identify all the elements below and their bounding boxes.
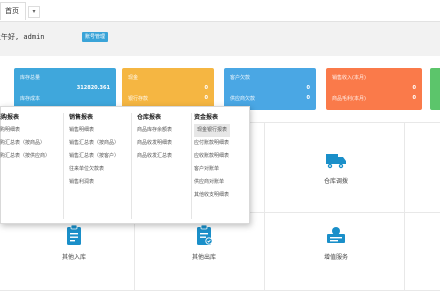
menu-item[interactable]: 销售汇总表（按商品）	[69, 137, 119, 150]
stat-label: 银行存款	[128, 96, 149, 102]
grid-divider	[404, 122, 405, 290]
stat-label: 库存成本	[20, 96, 41, 102]
stat-value: 0	[306, 95, 310, 101]
menu-separator	[131, 113, 132, 219]
stat-card-sales[interactable]: 销售收入(本月) 0 商品毛利(本月) 0	[326, 68, 422, 110]
stat-label: 库存总量	[20, 75, 41, 81]
menu-item[interactable]: 商品收发明细表	[137, 137, 172, 150]
grid-divider	[264, 122, 265, 290]
menu-heading: 资金报表	[194, 114, 219, 121]
menu-item[interactable]: 销售利润表	[69, 176, 119, 189]
clipboard-in-icon	[63, 224, 85, 246]
menu-column-purchase: 采购报表 采购明细表 采购汇总表（按商品） 采购汇总表（按供应商）	[0, 111, 50, 163]
menu-item[interactable]: 采购汇总表（按商品）	[0, 137, 50, 150]
menu-item[interactable]: 采购汇总表（按供应商）	[0, 150, 50, 163]
menu-item[interactable]: 商品库存余额表	[137, 124, 172, 137]
stat-value: 0	[204, 85, 208, 91]
account-manage-badge[interactable]: 账号管理	[82, 32, 109, 42]
menu-item[interactable]: 应收账款明细表	[194, 150, 230, 163]
stat-label: 供应商欠款	[230, 96, 256, 102]
menu-item[interactable]: 销售汇总表（按客户）	[69, 150, 119, 163]
tab-bar: 首页 ▾	[0, 0, 440, 22]
service-icon	[325, 224, 347, 246]
menu-item[interactable]: 采购明细表	[0, 124, 50, 137]
stat-label: 客户欠款	[230, 75, 251, 81]
menu-item[interactable]: 销售明细表	[69, 124, 119, 137]
tile-value-added[interactable]: 增值服务	[276, 224, 396, 261]
menu-heading: 采购报表	[0, 114, 20, 121]
clipboard-out-icon	[193, 224, 215, 246]
stat-label: 销售收入(本月)	[332, 75, 366, 81]
tile-warehouse-transfer[interactable]: 仓库调拨	[276, 148, 396, 185]
tile-label: 其他出库	[191, 254, 216, 261]
tile-other-in[interactable]: 其他入库	[14, 224, 134, 261]
stat-value: 0	[306, 85, 310, 91]
menu-separator	[63, 113, 64, 219]
menu-separator	[191, 113, 192, 219]
menu-column-funds: 资金报表 现金银行报表 应付账款明细表 应收账款明细表 客户对账单 供应商对账单…	[194, 111, 231, 202]
tab-dropdown-button[interactable]: ▾	[28, 6, 40, 18]
tab-home[interactable]: 首页	[0, 2, 26, 20]
menu-item[interactable]: 客户对账单	[194, 163, 230, 176]
tab-home-label: 首页	[5, 7, 19, 15]
tile-other-out[interactable]: 其他出库	[144, 224, 264, 261]
tile-label: 其他入库	[61, 254, 86, 261]
menu-item[interactable]: 商品收发汇总表	[137, 150, 172, 163]
stat-value: 0	[412, 95, 416, 101]
menu-item[interactable]: 供应商对账单	[194, 176, 230, 189]
greeting-text: 上午好, admin	[0, 33, 45, 41]
tile-label: 增值服务	[323, 254, 348, 261]
stat-card-extra[interactable]	[430, 68, 440, 110]
stat-label: 现金	[128, 75, 139, 81]
menu-column-warehouse: 仓库报表 商品库存余额表 商品收发明细表 商品收发汇总表	[137, 111, 172, 163]
menu-item-highlighted[interactable]: 现金银行报表	[194, 124, 231, 137]
stat-label: 商品毛利(本月)	[332, 96, 366, 102]
warehouse-transfer-icon	[325, 148, 347, 170]
menu-heading: 销售报表	[69, 114, 94, 121]
menu-heading: 仓库报表	[137, 114, 162, 121]
reports-dropdown-menu: 采购报表 采购明细表 采购汇总表（按商品） 采购汇总表（按供应商） 销售报表 销…	[0, 106, 250, 224]
stat-value: 312820.361	[76, 85, 110, 91]
grid-divider	[0, 290, 440, 291]
stat-value: 0	[204, 95, 208, 101]
menu-column-sales: 销售报表 销售明细表 销售汇总表（按商品） 销售汇总表（按客户） 往来单位欠款表…	[69, 111, 119, 189]
menu-item[interactable]: 应付账款明细表	[194, 137, 230, 150]
stat-card-inventory[interactable]: 库存总量 312820.361 库存成本	[14, 68, 116, 110]
menu-item[interactable]: 其他收支明细表	[194, 189, 230, 202]
menu-item[interactable]: 往来单位欠款表	[69, 163, 119, 176]
tile-label: 仓库调拨	[323, 178, 348, 185]
stat-value: 0	[412, 85, 416, 91]
stat-card-cash[interactable]: 现金 0 银行存款 0	[122, 68, 214, 110]
stat-card-debt[interactable]: 客户欠款 0 供应商欠款 0	[224, 68, 316, 110]
chevron-down-icon: ▾	[32, 8, 36, 15]
